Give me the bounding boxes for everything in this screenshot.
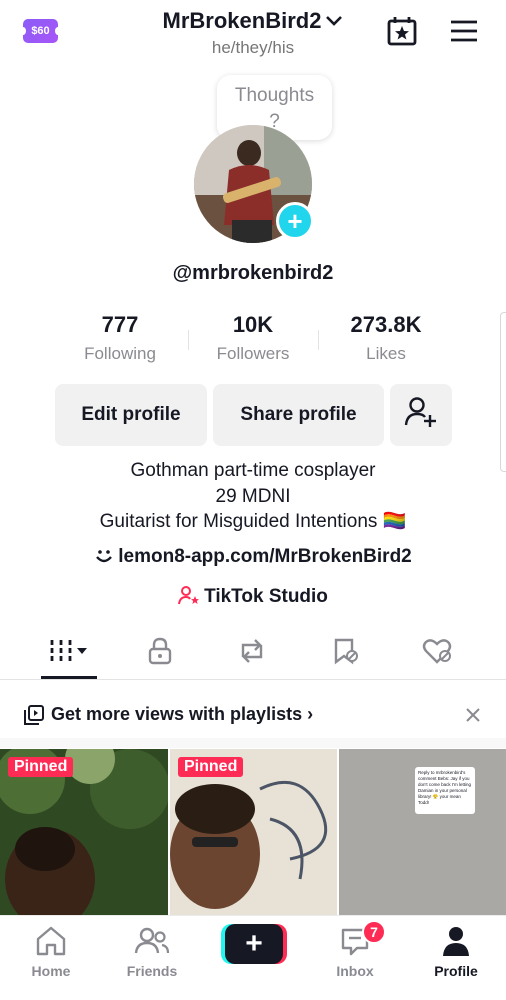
bio-link[interactable]: lemon8-app.com/MrBrokenBird2 xyxy=(0,546,506,571)
plus-icon: + xyxy=(245,927,263,960)
stat-label: Followers xyxy=(216,344,290,363)
stat-value: 777 xyxy=(101,312,139,337)
video-grid: Pinned Pinned Reply to mrbrokenbird's co… xyxy=(0,749,506,915)
nav-friends-label: Friends xyxy=(126,963,178,979)
divider xyxy=(0,738,506,748)
friends-icon xyxy=(134,927,170,960)
video-thumbnail[interactable]: Reply to mrbrokenbird's comment Bebs: Ja… xyxy=(339,749,506,915)
video-thumbnail[interactable]: Pinned xyxy=(170,749,337,915)
profile-icon xyxy=(441,927,471,960)
stat-label: Likes xyxy=(366,344,406,363)
stat-likes[interactable]: 273.8K Likes xyxy=(321,312,451,364)
pinned-badge: Pinned xyxy=(178,757,244,777)
stat-followers[interactable]: 10K Followers xyxy=(188,312,318,364)
playlist-icon xyxy=(24,705,44,730)
nav-profile-label: Profile xyxy=(434,963,478,979)
header-username: MrBrokenBird2 xyxy=(162,8,322,33)
repost-icon xyxy=(237,637,267,670)
chevron-down-icon xyxy=(325,8,343,34)
playlist-banner-text: Get more views with playlists › xyxy=(51,704,314,724)
bio-line: Gothman part-time cosplayer xyxy=(130,460,376,481)
profile-handle: @mrbrokenbird2 xyxy=(172,262,334,284)
bio-link-text: lemon8-app.com/MrBrokenBird2 xyxy=(118,546,412,567)
active-tab-indicator xyxy=(41,676,97,679)
add-story-button[interactable]: + xyxy=(276,202,314,240)
add-friend-button[interactable] xyxy=(390,384,452,446)
bottom-nav: Home Friends + Inbox 7 Profile xyxy=(0,915,506,1000)
tab-reposts[interactable] xyxy=(222,628,282,678)
profile-stats: 777 Following 10K Followers 273.8K Likes xyxy=(55,312,451,364)
lock-icon xyxy=(147,637,173,670)
stat-label: Following xyxy=(84,344,156,363)
bio-line: Guitarist for Misguided Intentions 🏳️‍🌈 xyxy=(99,511,407,532)
video-thumbnail[interactable]: Pinned xyxy=(0,749,168,915)
tab-liked[interactable] xyxy=(408,628,468,678)
profile-header: MrBrokenBird2 he/they/his xyxy=(0,8,506,58)
account-switcher[interactable]: MrBrokenBird2 xyxy=(163,8,344,34)
stat-divider xyxy=(188,330,189,350)
stat-divider xyxy=(318,330,319,350)
nav-home-label: Home xyxy=(31,963,71,979)
tiktok-studio-link[interactable]: TikTok Studio xyxy=(0,585,506,611)
comment-reply-sticker: Reply to mrbrokenbird's comment Bebs: Ja… xyxy=(415,767,475,814)
add-user-icon xyxy=(404,396,438,434)
stat-value: 273.8K xyxy=(350,312,422,337)
link-icon xyxy=(94,547,114,571)
tab-videos[interactable] xyxy=(39,628,99,678)
stat-following[interactable]: 777 Following xyxy=(55,312,185,364)
pinned-badge: Pinned xyxy=(8,757,74,777)
tab-favorites[interactable] xyxy=(316,628,376,678)
pronouns: he/they/his xyxy=(211,38,295,57)
tab-private[interactable] xyxy=(130,628,190,678)
edit-profile-button[interactable]: Edit profile xyxy=(55,384,207,446)
content-tabs xyxy=(0,628,506,680)
videos-grid-icon xyxy=(48,638,90,669)
share-profile-button[interactable]: Share profile xyxy=(213,384,384,446)
tiktok-studio-label: TikTok Studio xyxy=(204,586,328,607)
nav-home[interactable]: Home xyxy=(11,926,91,979)
create-button[interactable]: + xyxy=(225,924,283,964)
bio: Gothman part-time cosplayer 29 MDNI Guit… xyxy=(0,458,506,535)
inbox-badge: 7 xyxy=(362,920,386,944)
bookmark-icon xyxy=(331,637,361,670)
nav-inbox-label: Inbox xyxy=(336,963,374,979)
stat-value: 10K xyxy=(232,312,274,337)
close-icon[interactable] xyxy=(462,704,484,726)
inbox-icon xyxy=(339,928,371,960)
nav-friends[interactable]: Friends xyxy=(112,926,192,979)
menu-icon[interactable] xyxy=(449,18,479,44)
home-icon xyxy=(34,926,68,960)
bio-line: 29 MDNI xyxy=(215,485,291,507)
calendar-star-icon[interactable] xyxy=(385,15,419,47)
creator-star-icon xyxy=(178,585,200,611)
nav-profile[interactable]: Profile xyxy=(416,926,496,979)
liked-hidden-icon xyxy=(422,637,454,670)
scroll-indicator xyxy=(500,312,506,472)
